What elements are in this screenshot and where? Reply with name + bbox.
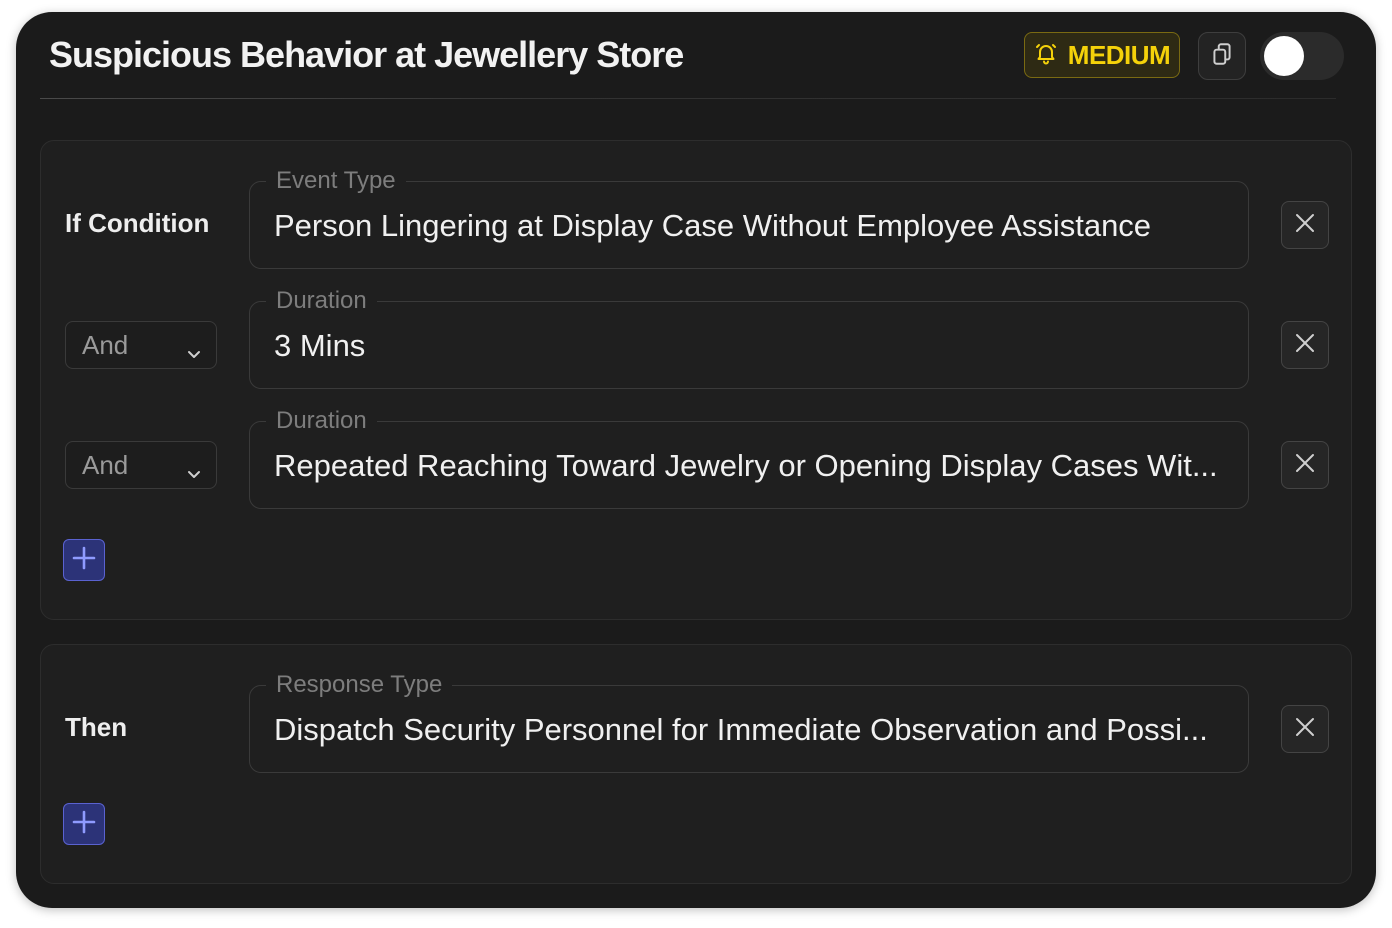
chevron-down-icon <box>186 458 202 489</box>
close-icon <box>1294 332 1316 359</box>
plus-icon <box>71 809 97 840</box>
remove-response-button[interactable] <box>1281 705 1329 753</box>
remove-condition-button[interactable] <box>1281 201 1329 249</box>
field-label: Response Type <box>266 670 453 700</box>
field-value: 3 Mins <box>274 328 366 363</box>
connector-select[interactable]: And <box>65 441 217 489</box>
close-icon <box>1294 212 1316 239</box>
response-type-field[interactable]: Response Type Dispatch Security Personne… <box>249 670 1249 773</box>
copy-button[interactable] <box>1198 32 1246 80</box>
close-icon <box>1294 716 1316 743</box>
connector-value: And <box>82 329 129 360</box>
add-condition-button[interactable] <box>63 539 105 581</box>
severity-badge[interactable]: MEDIUM <box>1024 32 1180 78</box>
field-value: Repeated Reaching Toward Jewelry or Open… <box>274 448 1218 483</box>
duration-field[interactable]: Duration Repeated Reaching Toward Jewelr… <box>249 406 1249 509</box>
severity-label: MEDIUM <box>1067 39 1171 70</box>
rule-title: Suspicious Behavior at Jewellery Store <box>49 34 684 75</box>
if-condition-label: If Condition <box>65 208 210 238</box>
rule-card: Suspicious Behavior at Jewellery Store M… <box>16 12 1376 908</box>
field-label: Duration <box>266 286 377 316</box>
add-response-button[interactable] <box>63 803 105 845</box>
enable-toggle[interactable] <box>1260 32 1344 80</box>
bell-icon <box>1034 41 1058 70</box>
connector-value: And <box>82 449 129 480</box>
then-label: Then <box>65 712 128 742</box>
plus-icon <box>71 545 97 576</box>
if-condition-panel: If Condition Event Type Person Lingering… <box>40 140 1352 620</box>
duration-field[interactable]: Duration 3 Mins <box>249 286 1249 389</box>
then-panel: Then Response Type Dispatch Security Per… <box>40 644 1352 884</box>
connector-select[interactable]: And <box>65 321 217 369</box>
remove-condition-button[interactable] <box>1281 441 1329 489</box>
field-value: Person Lingering at Display Case Without… <box>274 208 1152 243</box>
copy-icon <box>1209 41 1235 72</box>
rule-header: Suspicious Behavior at Jewellery Store M… <box>16 12 1376 100</box>
event-type-field[interactable]: Event Type Person Lingering at Display C… <box>249 166 1249 269</box>
header-divider <box>40 98 1336 99</box>
close-icon <box>1294 452 1316 479</box>
field-label: Duration <box>266 406 377 436</box>
remove-condition-button[interactable] <box>1281 321 1329 369</box>
field-label: Event Type <box>266 166 406 196</box>
chevron-down-icon <box>186 338 202 369</box>
field-value: Dispatch Security Personnel for Immediat… <box>274 712 1208 747</box>
toggle-knob <box>1264 36 1304 76</box>
